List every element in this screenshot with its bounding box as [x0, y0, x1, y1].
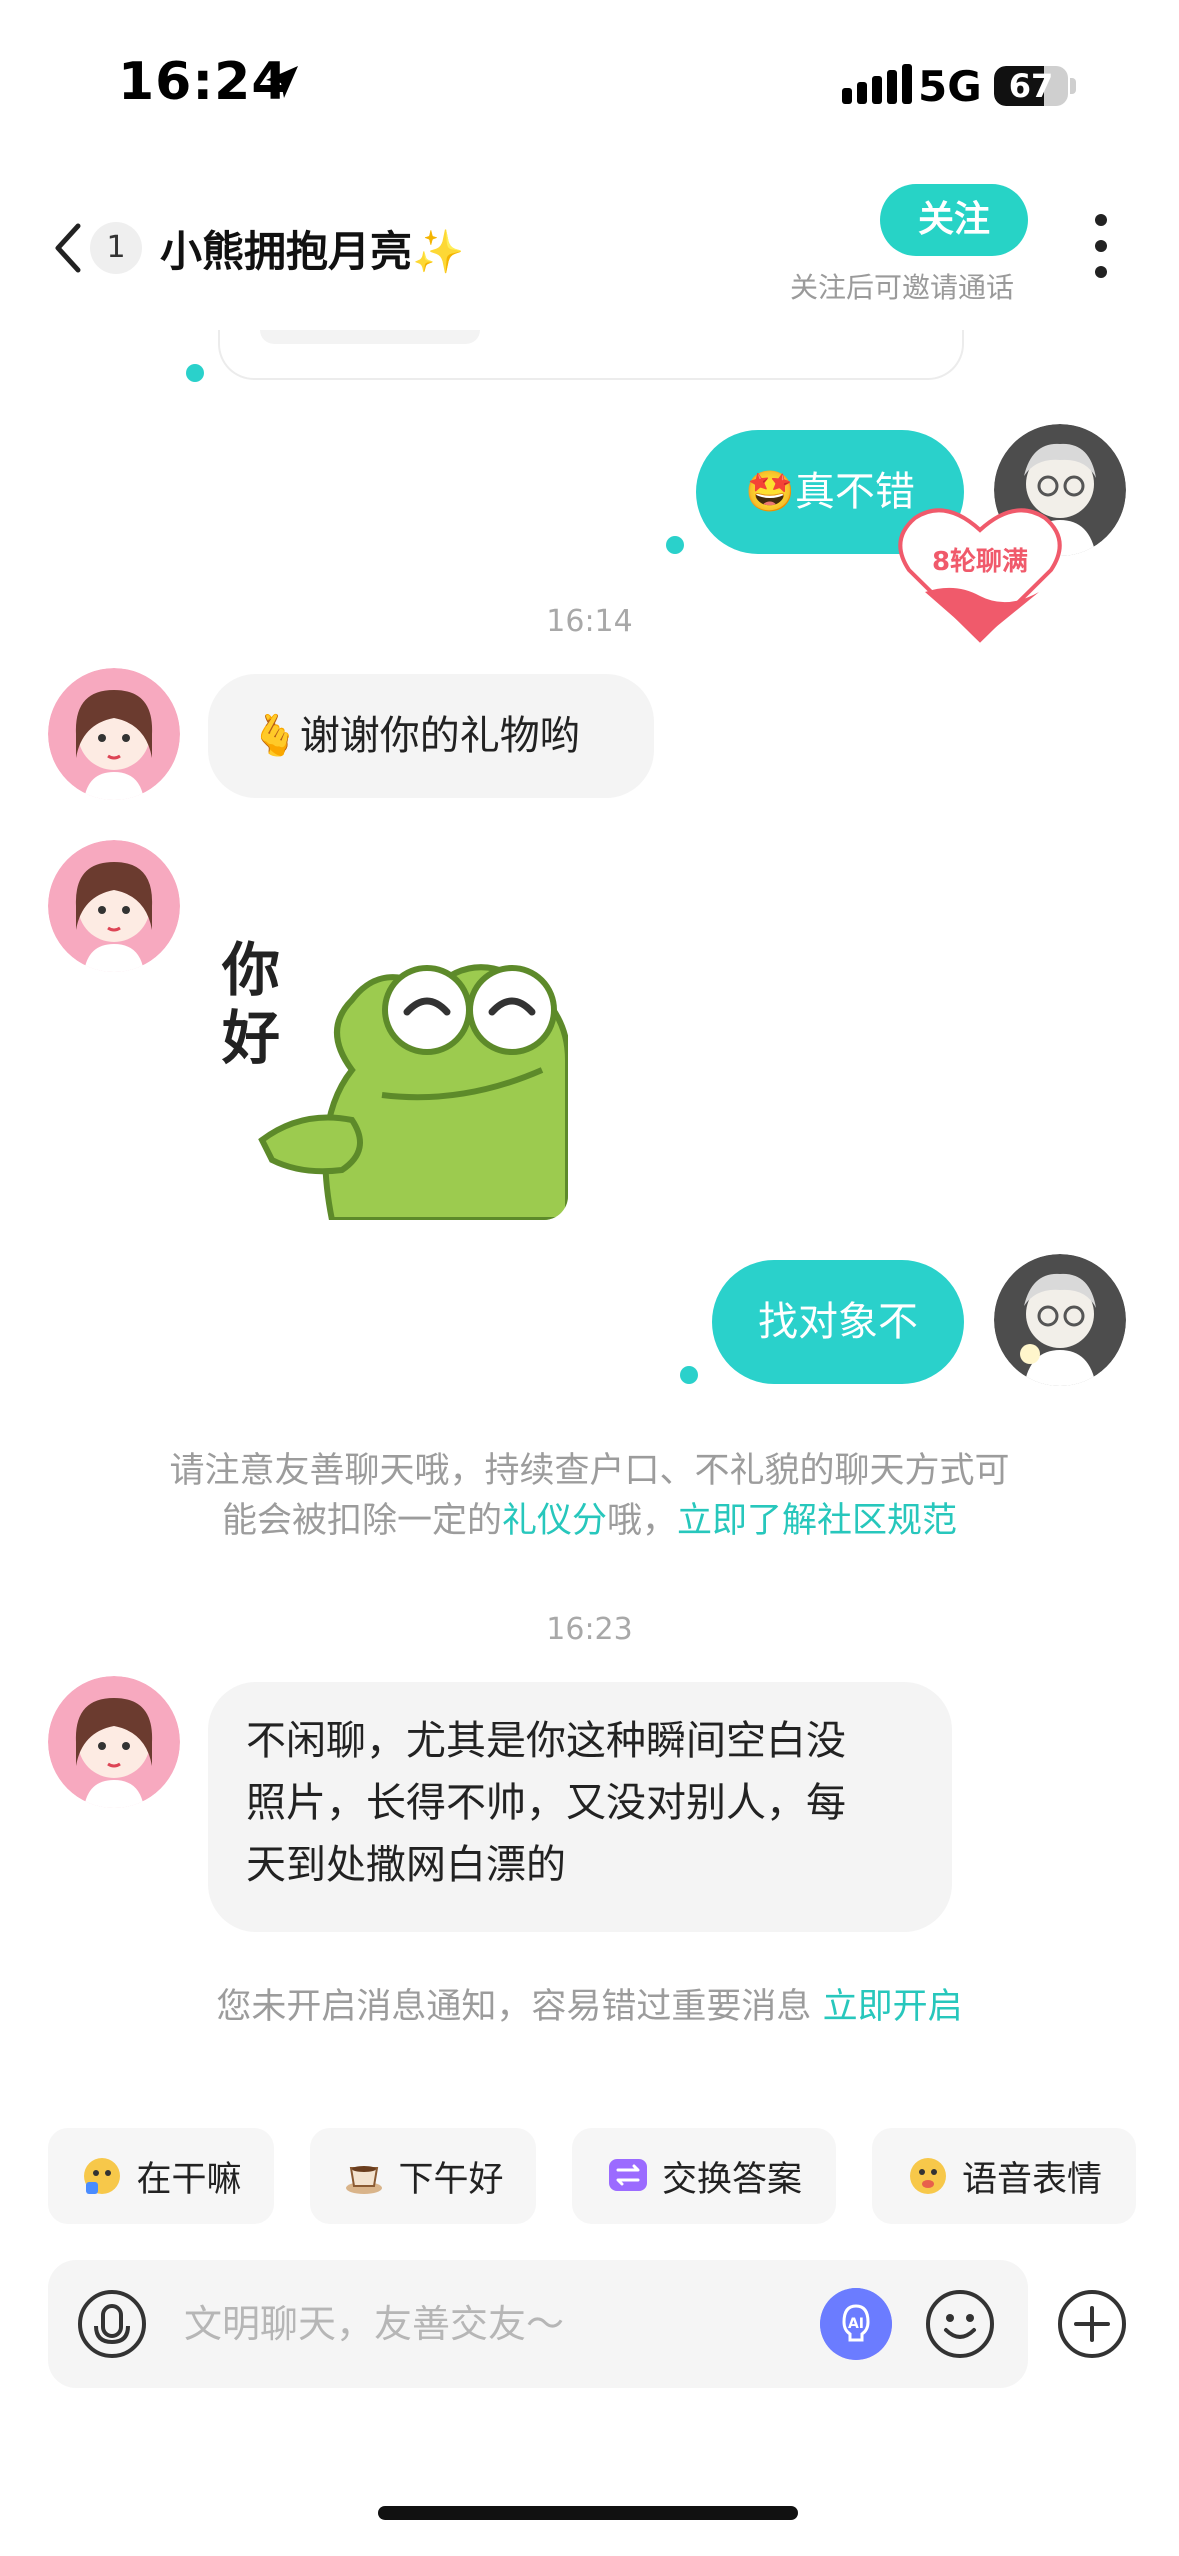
voice-face-icon — [909, 2158, 946, 2194]
signal-icon — [842, 64, 912, 104]
enable-notifications-link[interactable]: 立即开启 — [823, 1987, 963, 2027]
follow-button[interactable]: 关注 — [880, 184, 1028, 256]
chat-title-text: 小熊拥抱月亮 — [160, 227, 413, 276]
quick-reply-chip[interactable]: 语音表情 — [872, 2128, 1136, 2224]
quick-reply-chip[interactable]: 下午好 — [310, 2128, 536, 2224]
message-input[interactable] — [184, 2294, 824, 2354]
bubble-tail-dot — [666, 536, 684, 554]
quick-reply-bar: 在干嘛 下午好 交换答案 语音表情 — [0, 2128, 1179, 2228]
message-bubble-received[interactable]: 🫰谢谢你的礼物哟 — [208, 674, 654, 798]
follow-hint: 关注后可邀请通话 — [790, 271, 1015, 304]
message-bubble-received[interactable]: 不闲聊，尤其是你这种瞬间空白没 照片，长得不帅，又没对别人，每 天到处撒网白漂的 — [208, 1682, 952, 1932]
quick-reply-label: 下午好 — [398, 2159, 504, 2200]
etiquette-score-link[interactable]: 礼仪分 — [502, 1501, 607, 1541]
thinking-face-icon — [84, 2158, 121, 2194]
notice-line: 能会被扣除一定的礼仪分哦，立即了解社区规范 — [0, 1496, 1179, 1546]
unread-count-badge[interactable]: 1 — [90, 222, 142, 274]
svg-text:AI: AI — [848, 2316, 864, 2332]
contact-avatar[interactable] — [48, 1676, 180, 1808]
contact-avatar[interactable] — [48, 668, 180, 800]
notice-text: 能会被扣除一定的 — [221, 1501, 502, 1541]
chat-header: 1 小熊拥抱月亮✨ 关注 关注后可邀请通话 — [0, 160, 1179, 330]
location-arrow-icon — [266, 66, 298, 98]
status-bar: 16:24 5G 67 — [0, 0, 1179, 160]
quick-reply-label: 语音表情 — [961, 2159, 1102, 2200]
quick-reply-label: 在干嘛 — [136, 2159, 242, 2200]
emoji-picker-icon[interactable] — [924, 2288, 996, 2360]
quick-reply-chip[interactable]: 交换答案 — [572, 2128, 836, 2224]
bubble-tail-dot — [186, 364, 204, 382]
home-indicator[interactable] — [378, 2506, 798, 2520]
sticker-text: 你 — [221, 936, 280, 1004]
notification-text: 您未开启消息通知，容易错过重要消息 — [216, 1987, 812, 2027]
quick-reply-chip[interactable]: 在干嘛 — [48, 2128, 274, 2224]
battery-nub — [1070, 78, 1076, 94]
quick-reply-label: 交换答案 — [661, 2159, 802, 2200]
ai-assistant-icon[interactable]: AI — [820, 2288, 892, 2360]
back-chevron-icon[interactable] — [48, 218, 88, 278]
timestamp: 16:23 — [546, 1612, 633, 1647]
community-rules-link[interactable]: 立即了解社区规范 — [677, 1501, 957, 1541]
bubble-tail-dot — [680, 1366, 698, 1384]
sparkle-emoji: ✨ — [412, 227, 465, 276]
frog-sticker-image[interactable]: 你 好 — [212, 920, 568, 1220]
finger-heart-emoji: 🫰 — [250, 713, 300, 759]
community-notice: 请注意友善聊天哦，持续查户口、不礼貌的聊天方式可 能会被扣除一定的礼仪分哦，立即… — [0, 1446, 1179, 1546]
message-bubble-sent[interactable]: 找对象不 — [712, 1260, 964, 1384]
notice-text: 哦， — [607, 1501, 678, 1541]
message-line: 不闲聊，尤其是你这种瞬间空白没 — [246, 1718, 846, 1764]
chat-title: 小熊拥抱月亮✨ — [160, 218, 464, 279]
more-options-icon[interactable] — [1088, 214, 1114, 278]
timestamp: 16:14 — [546, 604, 633, 639]
message-line: 照片，长得不帅，又没对别人，每 — [246, 1780, 846, 1826]
message-line: 天到处撒网白漂的 — [246, 1842, 566, 1888]
coffee-cup-icon — [346, 2166, 383, 2194]
my-avatar[interactable] — [994, 1254, 1126, 1386]
star-struck-emoji: 🤩 — [745, 469, 795, 515]
message-input-bar: AI — [48, 2260, 1028, 2388]
battery-icon: 67 — [994, 66, 1068, 106]
swap-icon — [608, 2159, 647, 2191]
heart-badge-label: 8轮聊满 — [932, 547, 1028, 577]
notice-line: 请注意友善聊天哦，持续查户口、不礼貌的聊天方式可 — [169, 1451, 1010, 1491]
contact-avatar[interactable] — [48, 840, 180, 972]
voice-input-icon[interactable] — [76, 2288, 148, 2360]
network-label: 5G — [918, 62, 982, 111]
notification-notice: 您未开启消息通知，容易错过重要消息 立即开启 — [0, 1982, 1179, 2032]
message-text: 找对象不 — [758, 1299, 918, 1345]
sticker-text: 好 — [221, 1004, 280, 1072]
message-text: 谢谢你的礼物哟 — [299, 713, 580, 759]
battery-percent: 67 — [1008, 67, 1054, 105]
plus-more-icon[interactable] — [1056, 2288, 1128, 2360]
